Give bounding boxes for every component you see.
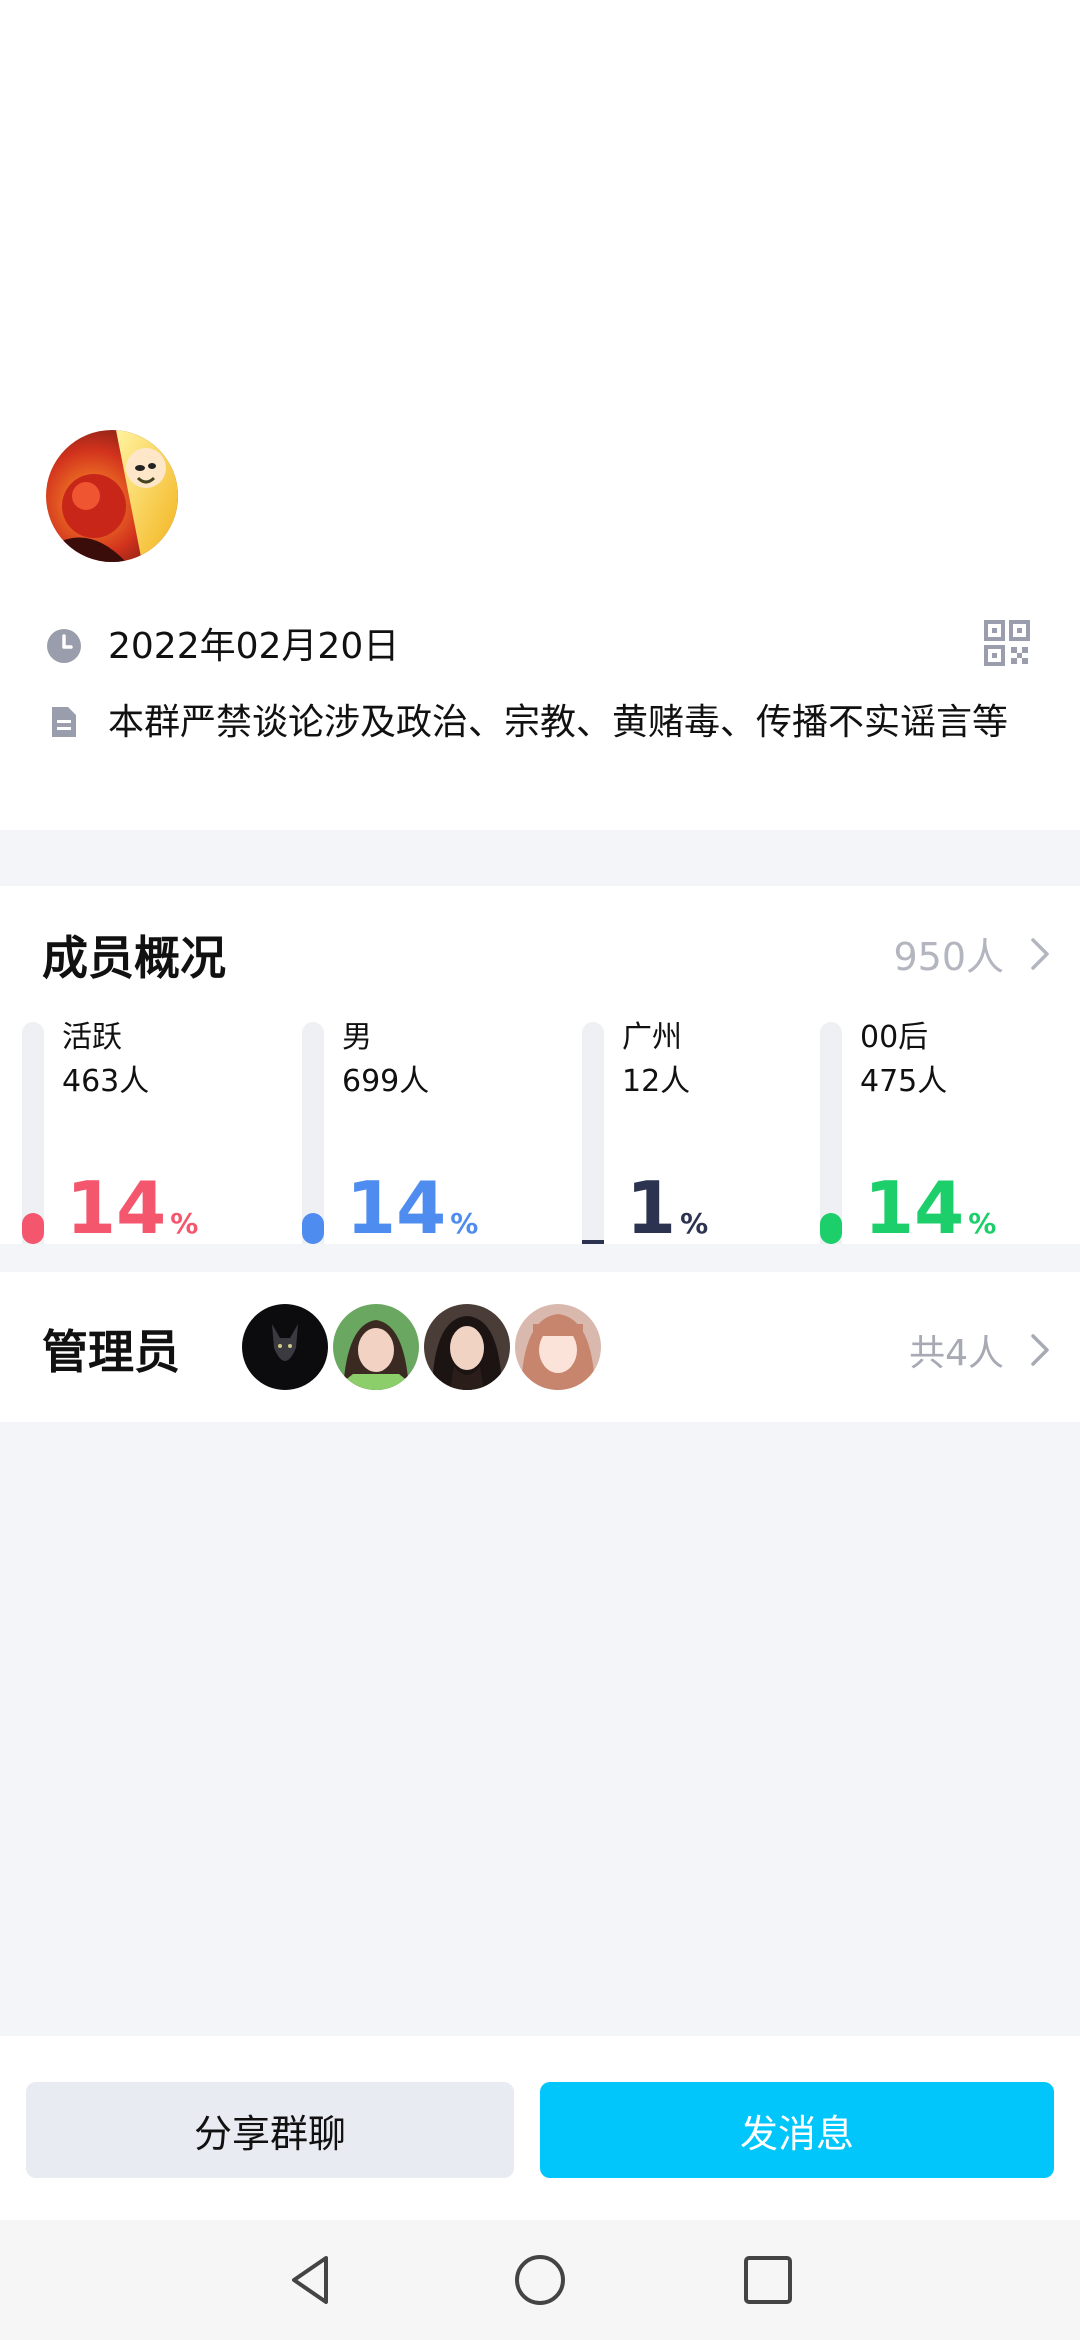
admin-avatar-image xyxy=(333,1304,419,1390)
member-total-link[interactable]: 950人 xyxy=(893,926,1050,981)
chevron-right-icon xyxy=(1031,937,1049,970)
admin-count-link[interactable]: 共4人 xyxy=(909,1324,1050,1376)
stat-label: 广州 xyxy=(622,1020,682,1055)
member-overview-title: 成员概况 xyxy=(42,931,226,985)
admin-avatar-list xyxy=(242,1304,606,1390)
admin-avatar xyxy=(333,1304,419,1390)
action-bar: 分享群聊 发消息 xyxy=(0,2036,1080,2220)
stat-percent-value: 1 xyxy=(626,1166,677,1250)
stat-percent-sign: % xyxy=(450,1207,479,1240)
admin-avatar xyxy=(242,1304,328,1390)
member-overview-card[interactable]: 成员概况 950人 活跃 463人 14 % 男 699人 14 % 广州 12… xyxy=(0,886,1080,1248)
stat-count: 12人 xyxy=(622,1064,691,1099)
qr-code-icon[interactable] xyxy=(984,620,1030,666)
stat-bar-track xyxy=(22,1022,44,1244)
stat-percent-sign: % xyxy=(968,1207,997,1240)
stat-bar-track xyxy=(582,1022,604,1244)
stat-percent: 14 % xyxy=(66,1168,198,1248)
admin-card[interactable]: 管理员 共4人 xyxy=(0,1272,1080,1422)
stat-percent: 14 % xyxy=(864,1168,996,1248)
stat-count: 463人 xyxy=(62,1064,150,1099)
document-icon xyxy=(52,707,76,737)
stat-bar-track xyxy=(820,1022,842,1244)
stat-percent-value: 14 xyxy=(864,1166,965,1250)
admin-title: 管理员 xyxy=(42,1325,180,1379)
stat-label: 男 xyxy=(342,1020,372,1055)
member-stat-region: 广州 12人 1 % xyxy=(582,1020,822,1248)
member-stat-active: 活跃 463人 14 % xyxy=(22,1020,262,1248)
share-group-button[interactable]: 分享群聊 xyxy=(26,2082,514,2178)
stat-percent-sign: % xyxy=(170,1207,199,1240)
stat-count: 699人 xyxy=(342,1064,430,1099)
admin-avatar-image xyxy=(515,1304,601,1390)
created-date: 2022年02月20日 xyxy=(108,626,400,667)
home-circle-icon[interactable] xyxy=(510,2250,570,2310)
recent-apps-square-icon[interactable] xyxy=(738,2250,798,2310)
admin-avatar-image xyxy=(424,1304,510,1390)
admin-avatar xyxy=(515,1304,601,1390)
stat-percent-sign: % xyxy=(680,1207,709,1240)
send-message-button[interactable]: 发消息 xyxy=(540,2082,1054,2178)
group-info-card: 2022年02月20日 本群严禁谈论涉及政治、宗教、黄赌毒、传播不实谣言等 xyxy=(0,0,1080,830)
stat-label: 00后 xyxy=(860,1020,929,1055)
stat-percent-value: 14 xyxy=(346,1166,447,1250)
stat-bar-fill xyxy=(582,1240,604,1244)
member-stat-gender: 男 699人 14 % xyxy=(302,1020,542,1248)
back-triangle-icon[interactable] xyxy=(280,2250,340,2310)
admin-count: 共4人 xyxy=(909,1333,1004,1374)
stat-percent: 1 % xyxy=(626,1168,708,1248)
member-stat-age: 00后 475人 14 % xyxy=(820,1020,1060,1248)
created-date-row: 2022年02月20日 xyxy=(46,620,399,674)
member-total-count: 950人 xyxy=(893,935,1004,979)
admin-avatar xyxy=(424,1304,510,1390)
admin-avatar-image xyxy=(242,1304,328,1390)
stat-label: 活跃 xyxy=(62,1020,122,1055)
clock-icon xyxy=(47,629,81,663)
stat-count: 475人 xyxy=(860,1064,948,1099)
system-nav-bar xyxy=(0,2220,1080,2340)
group-notice: 本群严禁谈论涉及政治、宗教、黄赌毒、传播不实谣言等 xyxy=(108,702,1009,743)
group-avatar-image xyxy=(46,430,178,562)
stat-bar-fill xyxy=(302,1213,324,1244)
group-avatar[interactable] xyxy=(46,430,178,562)
stat-bar-fill xyxy=(22,1213,44,1244)
chevron-right-icon xyxy=(1031,1334,1049,1366)
stat-bar-track xyxy=(302,1022,324,1244)
stat-percent: 14 % xyxy=(346,1168,478,1248)
stat-percent-value: 14 xyxy=(66,1166,167,1250)
stat-bar-fill xyxy=(820,1213,842,1244)
group-notice-row: 本群严禁谈论涉及政治、宗教、黄赌毒、传播不实谣言等 xyxy=(46,696,1068,750)
